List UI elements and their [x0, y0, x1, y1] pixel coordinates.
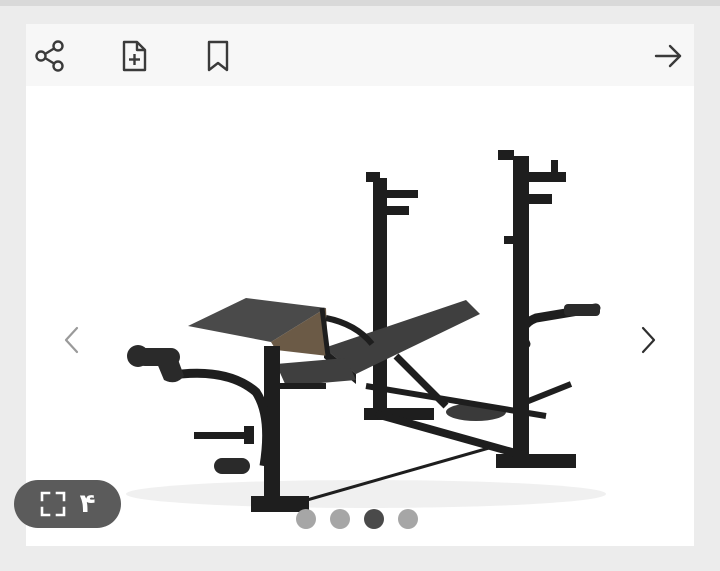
pagination-dot[interactable]	[330, 509, 350, 529]
product-image-weight-bench[interactable]	[26, 86, 694, 546]
previous-image-button[interactable]	[54, 322, 90, 358]
product-toolbar	[26, 24, 694, 86]
chevron-right-icon	[641, 326, 656, 354]
bookmark-icon	[207, 40, 229, 72]
pagination-dot[interactable]	[398, 509, 418, 529]
top-strip	[0, 0, 720, 6]
file-plus-icon	[122, 40, 147, 72]
product-image-area	[26, 86, 694, 546]
back-button[interactable]	[646, 36, 690, 76]
expand-icon	[40, 491, 65, 517]
gallery-image-count: ۴	[79, 489, 96, 519]
share-icon	[35, 40, 64, 72]
add-to-list-button[interactable]	[112, 36, 156, 76]
pagination-dot[interactable]	[296, 509, 316, 529]
open-gallery-button[interactable]: ۴	[14, 480, 121, 528]
bookmark-button[interactable]	[196, 36, 240, 76]
gallery-pagination-dots	[296, 507, 418, 531]
next-image-button[interactable]	[630, 322, 666, 358]
pagination-dot-active[interactable]	[364, 509, 384, 529]
product-gallery-card	[26, 24, 694, 546]
share-button[interactable]	[28, 36, 72, 76]
arrow-right-icon	[654, 44, 682, 68]
chevron-left-icon	[64, 326, 79, 354]
